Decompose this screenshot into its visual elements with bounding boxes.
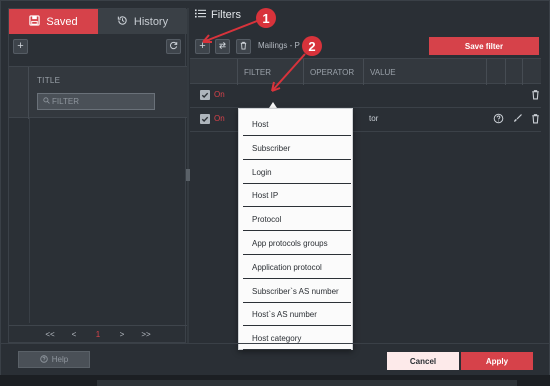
prev-page-button[interactable]: < [62, 330, 86, 339]
help-circle-icon[interactable] [493, 113, 504, 124]
add-saved-button[interactable]: + [13, 39, 28, 54]
plus-icon: + [17, 40, 24, 52]
search-icon [43, 97, 50, 106]
splitter-grip[interactable] [186, 169, 190, 181]
checkmark-icon [201, 116, 209, 123]
filter-row[interactable]: On [190, 84, 541, 108]
row-state: On [214, 114, 225, 123]
pagination: << < 1 > >> [9, 325, 187, 342]
step-badge-2: 2 [302, 36, 322, 56]
edit-brush-icon[interactable] [512, 113, 523, 124]
trash-icon[interactable] [530, 113, 541, 124]
breadcrumb: Mailings - P [258, 41, 300, 50]
operator-column-header: OPERATOR [303, 59, 363, 85]
dropdown-item-subscriber-as-number[interactable]: Subscriber`s AS number [243, 280, 351, 303]
dropdown-item-host-ip[interactable]: Host IP [243, 184, 351, 207]
trash-icon[interactable] [530, 89, 541, 100]
help-button[interactable]: Help [18, 351, 90, 368]
saved-filters-panel: Saved History + TITLE FILTER << < 1 > >> [8, 8, 187, 343]
title-filter-input[interactable]: FILTER [37, 93, 155, 110]
refresh-icon [169, 41, 178, 53]
cancel-button[interactable]: Cancel [387, 352, 459, 370]
dropdown-item-subscriber[interactable]: Subscriber [243, 137, 351, 160]
history-icon [117, 15, 128, 29]
filters-title: Filters [211, 9, 241, 21]
table-divider [29, 118, 30, 323]
dropdown-item-host-as-number[interactable]: Host`s AS number [243, 303, 351, 326]
filter-placeholder: FILTER [52, 97, 79, 106]
row-checkbox[interactable] [200, 90, 210, 100]
add-filter-button[interactable]: + [195, 39, 210, 54]
filter-field-dropdown: Host Subscriber Login Host IP Protocol A… [238, 108, 353, 350]
save-icon [29, 14, 41, 29]
current-page[interactable]: 1 [86, 330, 110, 339]
action-column-1 [486, 59, 505, 85]
tab-saved[interactable]: Saved [9, 9, 98, 34]
plus-icon: + [199, 40, 206, 52]
row-value: tor [369, 114, 379, 123]
panel-tabs: Saved History [9, 9, 187, 34]
dropdown-item-application-protocol[interactable]: Application protocol [243, 256, 351, 279]
trash-icon [239, 41, 248, 53]
window-bottom-tab [97, 380, 517, 386]
tab-saved-label: Saved [46, 15, 78, 28]
step-badge-1: 1 [256, 8, 276, 28]
filters-table-header: FILTER OPERATOR VALUE [190, 58, 541, 85]
last-page-button[interactable]: >> [134, 330, 158, 339]
dialog-footer: Help Cancel Apply [1, 343, 550, 375]
save-filter-button[interactable]: Save filter [429, 37, 539, 55]
tab-history-label: History [133, 15, 169, 28]
title-column-header: TITLE [37, 76, 61, 85]
swap-icon [218, 41, 227, 53]
refresh-saved-button[interactable] [166, 39, 181, 54]
swap-filter-button[interactable] [215, 39, 230, 54]
first-page-button[interactable]: << [38, 330, 62, 339]
row-state: On [214, 90, 225, 99]
dropdown-item-host[interactable]: Host [243, 113, 351, 136]
filters-dialog: Saved History + TITLE FILTER << < 1 > >>… [0, 0, 550, 386]
saved-table-header: TITLE FILTER [9, 66, 187, 119]
row-checkbox[interactable] [200, 114, 210, 124]
filters-header: Filters [195, 9, 241, 21]
value-column-header: VALUE [363, 59, 486, 85]
help-label: Help [51, 355, 69, 364]
list-icon [195, 9, 206, 21]
delete-filter-button[interactable] [236, 39, 251, 54]
help-circle-icon [40, 354, 48, 365]
checkmark-icon [201, 92, 209, 99]
checkbox-column-header [190, 59, 237, 85]
action-column-3 [522, 59, 541, 85]
tab-history[interactable]: History [98, 9, 187, 34]
filter-column-header: FILTER [237, 59, 303, 85]
dropdown-item-app-protocols-groups[interactable]: App protocols groups [243, 232, 351, 255]
dropdown-item-protocol[interactable]: Protocol [243, 208, 351, 231]
dropdown-item-login[interactable]: Login [243, 161, 351, 184]
apply-button[interactable]: Apply [461, 352, 533, 370]
action-column-2 [505, 59, 522, 85]
next-page-button[interactable]: > [110, 330, 134, 339]
select-column [9, 67, 29, 119]
